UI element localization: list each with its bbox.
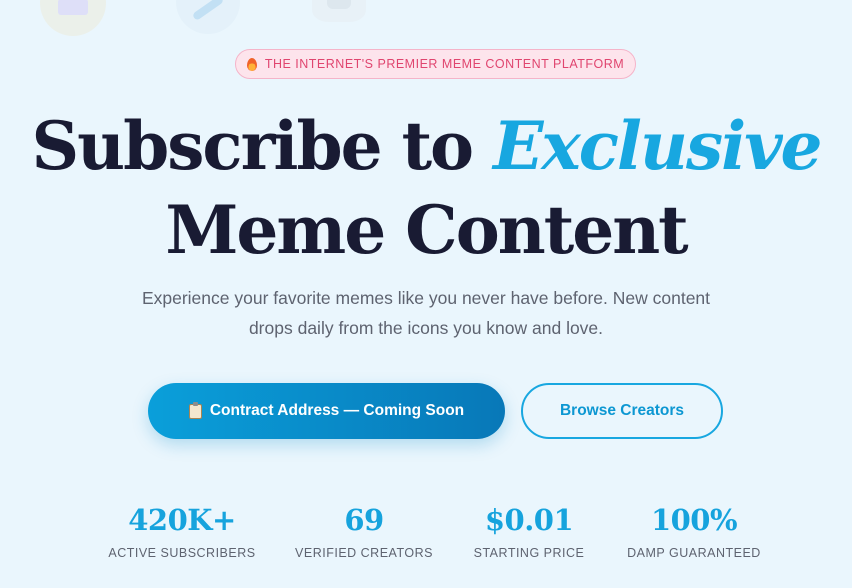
decorative-emoji-icon [40, 0, 106, 36]
clipboard-icon [188, 401, 202, 419]
stat-value: 100% [650, 503, 738, 537]
stats-row: 420K+ ACTIVE SUBSCRIBERS 69 VERIFIED CRE… [0, 500, 852, 580]
decorative-skull-icon [312, 0, 366, 22]
browse-creators-label: Browse Creators [559, 402, 685, 419]
contract-address-label: Contract Address — Coming Soon [209, 402, 465, 419]
stat-label: DAMP GUARANTEED [627, 546, 761, 560]
stat-verified-creators: 69 VERIFIED CREATORS [290, 500, 438, 560]
stat-label: VERIFIED CREATORS [295, 546, 433, 560]
contract-address-button[interactable]: Contract Address — Coming Soon [148, 383, 505, 439]
decorative-emoji-icon [176, 0, 240, 34]
stat-active-subscribers: 420K+ ACTIVE SUBSCRIBERS [100, 500, 264, 560]
stat-damp-guaranteed: 100% DAMP GUARANTEED [618, 500, 770, 560]
platform-badge: THE INTERNET'S PREMIER MEME CONTENT PLAT… [235, 49, 636, 79]
stat-value: $0.01 [484, 503, 574, 537]
headline-line2: Meme Content [165, 191, 688, 269]
hero-subtitle: Experience your favorite memes like you … [141, 288, 711, 338]
headline-accent: Exclusive [493, 107, 822, 185]
stat-starting-price: $0.01 STARTING PRICE [464, 500, 594, 560]
headline-part: Subscribe to [31, 107, 494, 185]
stat-label: ACTIVE SUBSCRIBERS [108, 546, 256, 560]
hero-section: THE INTERNET'S PREMIER MEME CONTENT PLAT… [0, 0, 852, 588]
page-title: Subscribe to Exclusive Meme Content [0, 104, 852, 272]
stat-label: STARTING PRICE [473, 546, 585, 560]
stat-value: 420K+ [128, 503, 236, 537]
browse-creators-button[interactable]: Browse Creators [521, 383, 723, 439]
fire-icon [246, 57, 257, 71]
stat-value: 69 [344, 503, 384, 537]
badge-text: THE INTERNET'S PREMIER MEME CONTENT PLAT… [264, 57, 625, 71]
